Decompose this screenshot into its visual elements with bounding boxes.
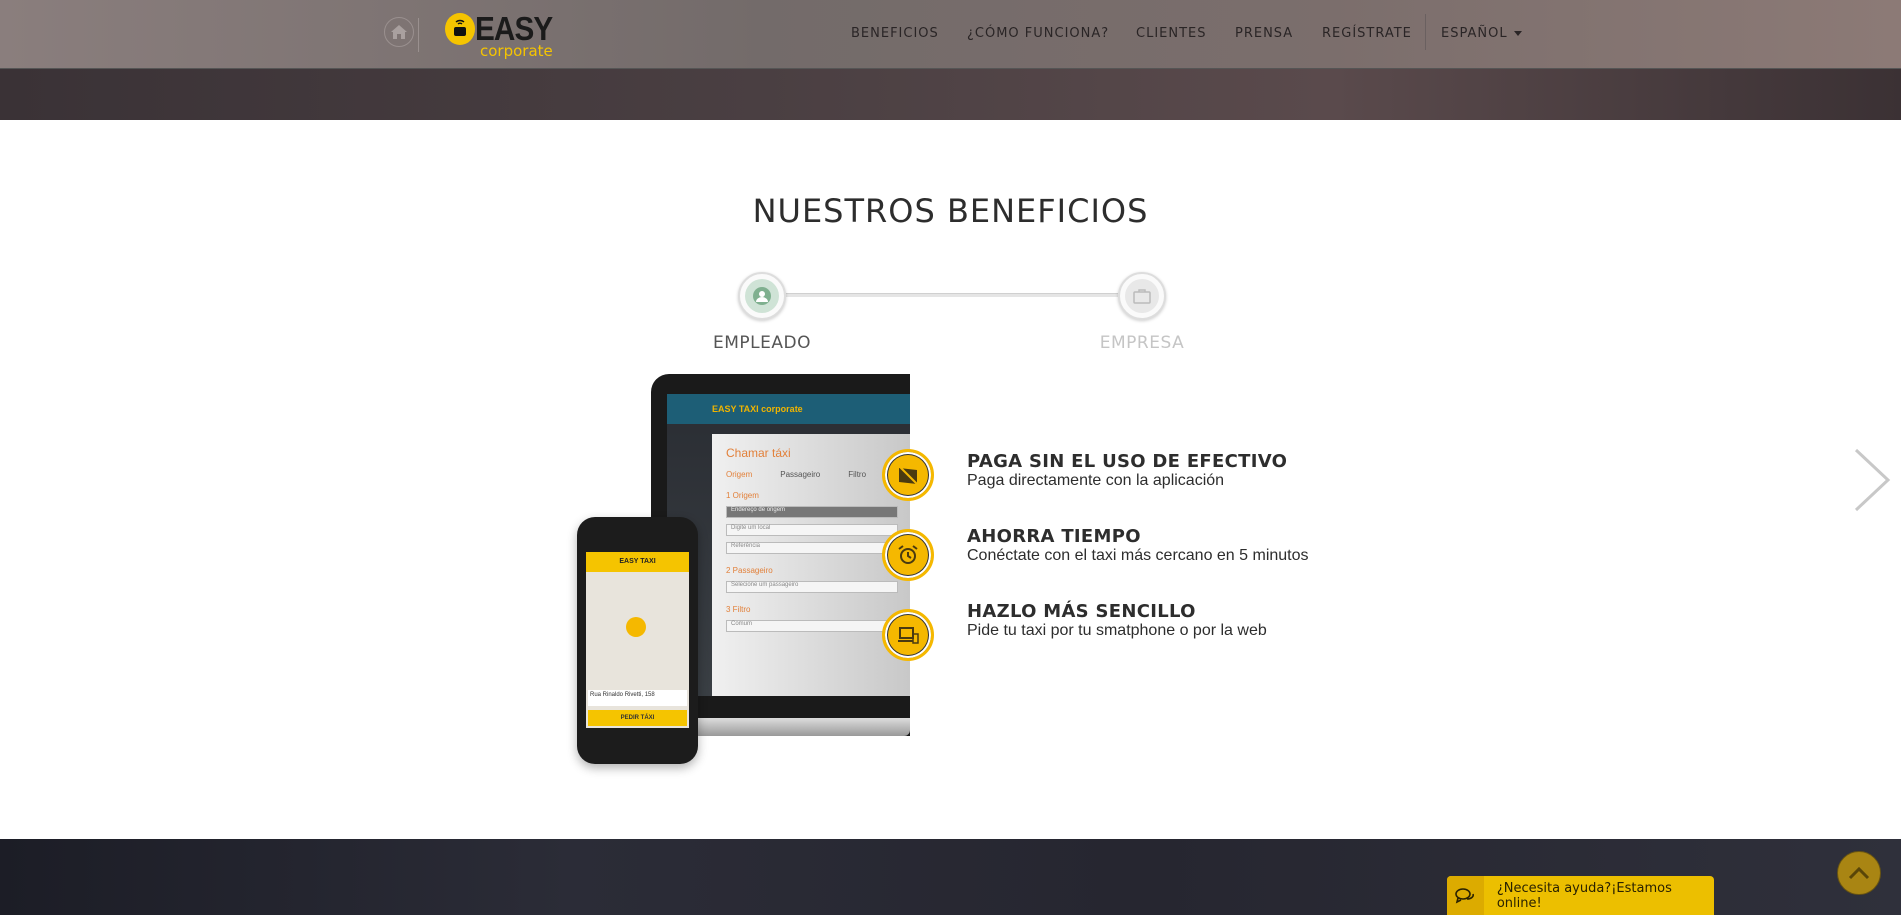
header: EASY corporate BENEFICIOS ¿CÓMO FUNCIONA… — [0, 0, 1901, 69]
home-button[interactable] — [384, 17, 414, 47]
panel-section: 3 Filtro — [726, 605, 751, 614]
alarm-clock-icon — [882, 529, 934, 581]
chat-widget-button[interactable]: ¿Necesita ayuda?¡Estamos online! — [1447, 876, 1714, 915]
home-icon — [391, 25, 407, 39]
feature-title: HAZLO MÁS SENCILLO — [967, 601, 1196, 622]
feature-description: Pide tu taxi por tu smatphone o por la w… — [967, 622, 1267, 639]
panel-section: 1 Origem — [726, 491, 759, 500]
panel-tab: Filtro — [848, 470, 867, 479]
panel-field: Endereço de origem — [726, 506, 898, 518]
map-pin-icon — [626, 617, 646, 637]
feature-description: Paga directamente con la aplicación — [967, 472, 1225, 489]
caret-down-icon — [1513, 31, 1522, 36]
tab-empresa-button[interactable] — [1118, 272, 1166, 320]
panel-tab: Origem — [726, 470, 753, 479]
nav-prensa[interactable]: PRENSA — [1235, 26, 1293, 41]
phone-button: PEDIR TÁXI — [588, 710, 687, 726]
phone-brand: EASY TAXI — [586, 552, 689, 572]
feature-description: Conéctate con el taxi más cercano en 5 m… — [967, 547, 1309, 564]
taxi-icon — [445, 13, 475, 45]
nav-beneficios[interactable]: BENEFICIOS — [851, 26, 939, 41]
logo[interactable]: EASY corporate — [445, 10, 575, 60]
scroll-to-top-button[interactable] — [1837, 851, 1881, 895]
chevron-up-icon — [1848, 866, 1870, 880]
panel-tab: Passageiro — [780, 470, 821, 479]
panel-field: Comum — [726, 620, 898, 632]
tab-empleado-button[interactable] — [738, 272, 786, 320]
panel-field: Digite um local — [726, 524, 898, 536]
phone-address: Rua Rinaldo Rivetti, 158 — [588, 690, 687, 706]
phone-mockup: EASY TAXI Rua Rinaldo Rivetti, 158 PEDIR… — [577, 517, 698, 764]
chat-label: ¿Necesita ayuda?¡Estamos online! — [1496, 880, 1672, 911]
divider — [418, 18, 419, 52]
language-label: ESPAÑOL — [1441, 26, 1508, 41]
nav-como-funciona[interactable]: ¿CÓMO FUNCIONA? — [967, 26, 1109, 41]
employee-icon — [753, 287, 771, 305]
devices-icon — [882, 609, 934, 661]
tab-empresa[interactable]: EMPRESA — [1042, 333, 1242, 353]
chat-bubbles-icon — [1455, 887, 1475, 903]
no-cash-icon — [882, 449, 934, 501]
briefcase-icon — [1133, 289, 1151, 304]
panel-title: Chamar táxi — [726, 446, 791, 460]
tab-empleado[interactable]: EMPLEADO — [662, 333, 862, 353]
tab-track — [786, 293, 1118, 297]
language-dropdown[interactable]: ESPAÑOL — [1441, 26, 1522, 41]
nav-clientes[interactable]: CLIENTES — [1136, 26, 1207, 41]
next-slide-button[interactable] — [1850, 448, 1894, 512]
section-title: NUESTROS BENEFICIOS — [752, 192, 1149, 230]
divider — [1425, 14, 1426, 50]
panel-section: 2 Passageiro — [726, 566, 773, 575]
panel-field: Referência — [726, 542, 898, 554]
chevron-right-icon — [1854, 448, 1891, 512]
laptop-brand: EASY TAXI corporate — [667, 394, 910, 424]
nav-registrate[interactable]: REGÍSTRATE — [1322, 26, 1412, 41]
feature-title: AHORRA TIEMPO — [967, 526, 1141, 547]
feature-title: PAGA SIN EL USO DE EFECTIVO — [967, 451, 1288, 472]
logo-subtext: corporate — [480, 42, 553, 60]
panel-field: Selecione um passageiro — [726, 581, 898, 593]
